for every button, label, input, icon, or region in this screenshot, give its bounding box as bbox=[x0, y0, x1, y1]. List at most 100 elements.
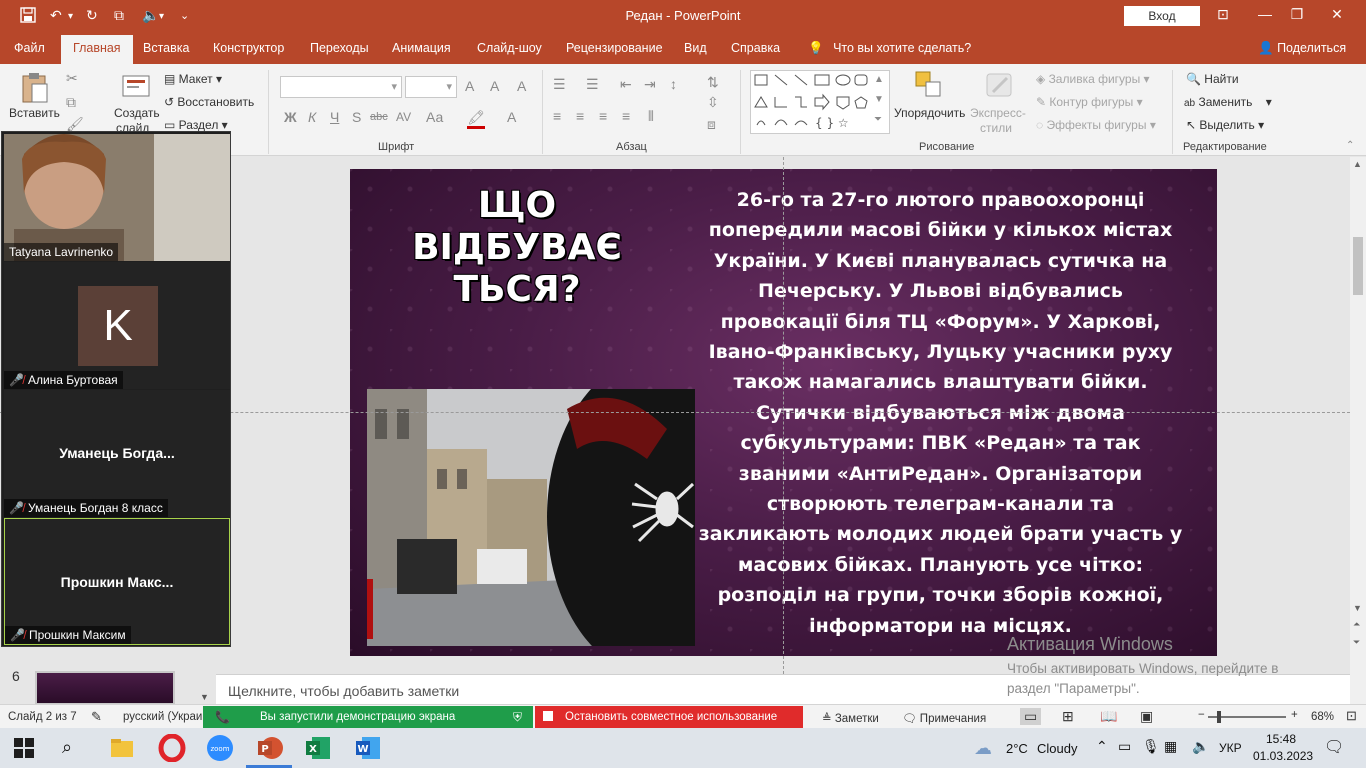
participant-name-tile[interactable]: Уманець Богда... 🎤̸ Уманець Богдан 8 клас… bbox=[4, 390, 230, 517]
slide-counter[interactable]: Слайд 2 из 7 bbox=[8, 711, 77, 723]
highlight-button[interactable]: A bbox=[507, 109, 516, 125]
previous-slide-icon[interactable]: ⏶ bbox=[1353, 619, 1360, 630]
zoom-slider-knob[interactable] bbox=[1217, 711, 1221, 723]
strikethrough-button[interactable]: abc bbox=[370, 111, 388, 123]
tab-slideshow[interactable]: Слайд-шоу bbox=[477, 41, 542, 55]
clear-formatting-icon[interactable]: A bbox=[517, 78, 526, 94]
restore-button[interactable]: ❐ bbox=[1282, 6, 1312, 23]
paste-icon[interactable] bbox=[20, 72, 50, 103]
zoom-out-icon[interactable]: − bbox=[1198, 709, 1205, 721]
shapes-gallery[interactable]: { } ☆ bbox=[750, 70, 890, 134]
shadow-button[interactable]: S bbox=[352, 109, 361, 125]
char-spacing-button[interactable]: AV bbox=[396, 110, 411, 124]
tab-help[interactable]: Справка bbox=[731, 41, 780, 55]
minimize-button[interactable]: — bbox=[1250, 6, 1280, 22]
zoom-in-icon[interactable]: + bbox=[1291, 709, 1298, 721]
clock-date[interactable]: 01.03.2023 bbox=[1253, 749, 1313, 763]
tab-design[interactable]: Конструктор bbox=[213, 41, 284, 55]
align-text-icon[interactable]: ⇳ bbox=[707, 94, 719, 111]
microphone-icon[interactable]: 🎙 bbox=[1142, 738, 1160, 755]
language-indicator[interactable]: русский (Украи bbox=[123, 711, 202, 723]
text-direction-icon[interactable]: ⇅ bbox=[707, 74, 719, 91]
decrease-indent-icon[interactable]: ⇤ bbox=[620, 76, 632, 93]
clock-time[interactable]: 15:48 bbox=[1266, 732, 1296, 746]
temperature[interactable]: 2°C bbox=[1006, 741, 1028, 756]
input-language[interactable]: УКР bbox=[1219, 741, 1242, 755]
font-color-button[interactable]: 🖍 bbox=[467, 109, 485, 129]
tab-review[interactable]: Рецензирование bbox=[566, 41, 663, 55]
notifications-icon[interactable]: 🗨 bbox=[1324, 737, 1344, 757]
paste-label[interactable]: Вставить bbox=[9, 106, 60, 120]
normal-view-icon[interactable]: ▭ bbox=[1020, 708, 1042, 725]
columns-icon[interactable]: ⫴ bbox=[648, 108, 654, 125]
fit-to-window-icon[interactable]: ⊡ bbox=[1346, 708, 1357, 724]
powerpoint-icon[interactable]: P bbox=[256, 734, 284, 762]
slide-sorter-icon[interactable]: ⊞ bbox=[1062, 708, 1074, 725]
reset-button[interactable]: ↺ Восстановить bbox=[164, 95, 254, 109]
align-left-icon[interactable]: ≡ bbox=[553, 108, 561, 124]
quick-styles-label-1[interactable]: Экспресс- bbox=[970, 106, 1026, 120]
scroll-thumb[interactable] bbox=[1353, 237, 1363, 295]
slide-title[interactable]: ЩО ВІДБУВАЄ ТЬСЯ? bbox=[372, 185, 662, 311]
find-button[interactable]: 🔍 Найти bbox=[1186, 72, 1239, 86]
tab-home[interactable]: Главная bbox=[61, 35, 133, 64]
zoom-level[interactable]: 68% bbox=[1311, 711, 1334, 723]
vertical-scrollbar[interactable]: ▲ ▼ ⏶ ⏷ bbox=[1350, 157, 1366, 704]
select-button[interactable]: ↖ Выделить ▾ bbox=[1186, 118, 1264, 132]
opera-icon[interactable] bbox=[158, 733, 186, 763]
arrange-icon[interactable] bbox=[914, 70, 944, 100]
participant-video-tile[interactable]: Tatyana Lavrinenko bbox=[4, 134, 230, 261]
participant-name-tile[interactable]: Прошкин Макс... 🎤̸ Прошкин Максим bbox=[4, 518, 230, 645]
layout-button[interactable]: ▤ Макет ▾ bbox=[164, 72, 222, 86]
scroll-up-icon[interactable]: ▲ bbox=[1353, 159, 1362, 169]
tab-animations[interactable]: Анимация bbox=[392, 41, 451, 55]
shape-fill-button[interactable]: ◈ Заливка фигуры ▾ bbox=[1036, 72, 1150, 86]
weather-condition[interactable]: Cloudy bbox=[1037, 741, 1077, 756]
slide-body-text[interactable]: 26-го та 27-го лютого правоохоронці попе… bbox=[698, 185, 1183, 641]
close-button[interactable]: ✕ bbox=[1322, 6, 1352, 23]
quick-styles-label-2[interactable]: стили bbox=[980, 121, 1012, 135]
section-button[interactable]: ▭ Раздел ▾ bbox=[164, 118, 228, 132]
notes-pane[interactable]: Щелкните, чтобы добавить заметки bbox=[216, 674, 1350, 704]
signin-button[interactable]: Вход bbox=[1124, 6, 1200, 26]
battery-icon[interactable]: ▭ bbox=[1118, 738, 1131, 755]
line-spacing-icon[interactable]: ↕ bbox=[670, 76, 677, 92]
share-button[interactable]: 👤 Поделиться bbox=[1258, 41, 1346, 56]
quick-styles-icon[interactable] bbox=[985, 70, 1015, 100]
replace-button[interactable]: ab Заменить ▾ bbox=[1184, 95, 1272, 109]
reading-view-icon[interactable]: 📖 bbox=[1100, 708, 1117, 725]
file-explorer-icon[interactable] bbox=[108, 734, 136, 762]
tell-me-box[interactable]: 💡 Что вы хотите сделать? bbox=[808, 41, 971, 56]
participant-avatar-tile[interactable]: K 🎤̸ Алина Буртовая bbox=[4, 262, 230, 389]
copy-icon[interactable]: ⧉ bbox=[66, 94, 76, 111]
zoom-app-icon[interactable]: zoom bbox=[206, 734, 234, 762]
new-slide-icon[interactable] bbox=[121, 72, 151, 102]
font-size-select[interactable]: ▾ bbox=[405, 76, 457, 98]
slide-photo[interactable] bbox=[367, 389, 695, 646]
tab-file[interactable]: Файл bbox=[14, 41, 45, 55]
shapes-scroll-up-icon[interactable]: ▲ bbox=[874, 74, 884, 85]
shapes-scroll-down-icon[interactable]: ▼ bbox=[874, 94, 884, 105]
comments-toggle[interactable]: 🗨 Примечания bbox=[902, 711, 986, 725]
ribbon-display-options-icon[interactable]: ⊡ bbox=[1208, 6, 1238, 23]
bullets-icon[interactable]: ☰ bbox=[553, 76, 566, 93]
shape-effects-button[interactable]: ◌ Эффекты фигуры ▾ bbox=[1036, 118, 1156, 132]
volume-icon[interactable]: 🔈 bbox=[1192, 738, 1209, 755]
bold-button[interactable]: Ж bbox=[284, 109, 297, 125]
increase-font-icon[interactable]: A bbox=[465, 78, 474, 94]
font-name-select[interactable]: ▾ bbox=[280, 76, 402, 98]
windows-start-icon[interactable] bbox=[14, 738, 42, 766]
cloud-icon[interactable]: ☁ bbox=[974, 738, 1002, 766]
notes-toggle[interactable]: ≜ Заметки bbox=[822, 711, 879, 725]
align-right-icon[interactable]: ≡ bbox=[599, 108, 607, 124]
scroll-down-icon[interactable]: ▼ bbox=[1353, 603, 1362, 613]
cut-icon[interactable]: ✂ bbox=[66, 70, 78, 87]
slideshow-view-icon[interactable]: ▣ bbox=[1140, 708, 1153, 725]
shapes-more-icon[interactable]: ⏷ bbox=[874, 114, 882, 125]
show-hidden-icons-icon[interactable]: ⌃ bbox=[1096, 738, 1108, 755]
justify-icon[interactable]: ≡ bbox=[622, 108, 630, 124]
search-icon[interactable]: ⌕ bbox=[62, 737, 90, 765]
increase-indent-icon[interactable]: ⇥ bbox=[644, 76, 656, 93]
excel-icon[interactable]: X bbox=[304, 734, 332, 762]
tab-transitions[interactable]: Переходы bbox=[310, 41, 369, 55]
